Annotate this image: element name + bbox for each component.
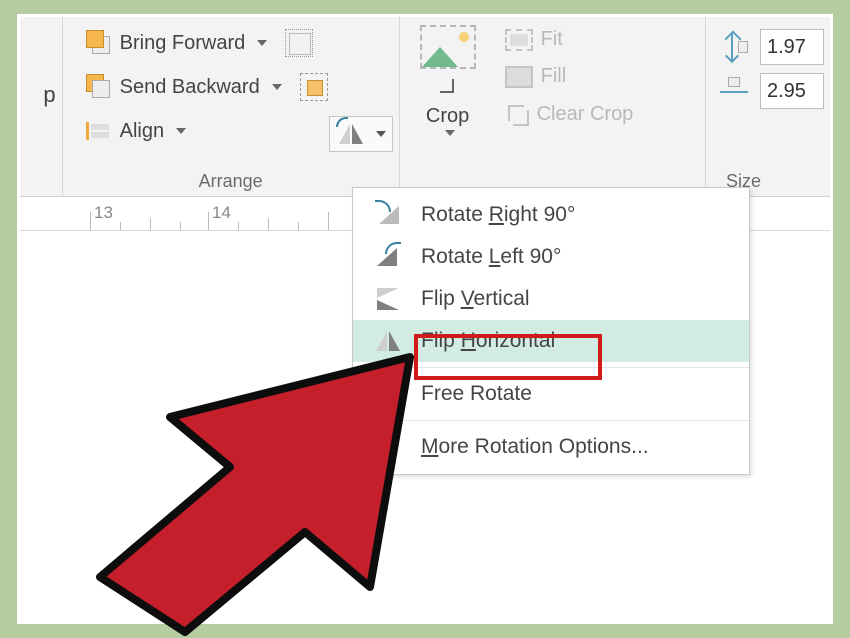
ruler-number: 13 [94, 203, 113, 223]
fill-icon [505, 66, 533, 88]
menu-item-label: Free Rotate [421, 382, 532, 406]
group-icon [285, 29, 313, 57]
bring-forward-icon [86, 30, 112, 56]
ruler-number: 14 [212, 203, 231, 223]
rotate-right-icon [373, 202, 403, 228]
ribbon: p Bring Forward Sen [20, 17, 830, 197]
menu-item-more-rotation[interactable]: More Rotation Options... [353, 426, 749, 468]
app-window: p Bring Forward Sen [20, 17, 830, 621]
ribbon-partial-left: p [20, 17, 63, 196]
group-label-arrange: Arrange [63, 171, 399, 192]
chevron-down-icon [445, 130, 455, 136]
rotate-icon [336, 121, 366, 147]
menu-item-label: Flip Vertical [421, 287, 530, 311]
chevron-down-icon [272, 84, 282, 90]
fill-button[interactable]: Fill [498, 60, 641, 93]
chevron-down-icon [257, 40, 267, 46]
bring-forward-button[interactable]: Bring Forward [79, 25, 275, 61]
send-backward-button[interactable]: Send Backward [79, 69, 289, 105]
align-icon [86, 118, 112, 144]
rotate-split-button[interactable] [329, 116, 393, 152]
menu-item-flip-vertical[interactable]: Flip Vertical [353, 278, 749, 320]
selection-button[interactable] [295, 68, 333, 106]
rotate-menu: Rotate Right 90° Rotate Left 90° Flip Ve… [352, 187, 750, 475]
group-button[interactable] [280, 24, 318, 62]
clear-crop-label: Clear Crop [537, 103, 634, 126]
menu-item-rotate-right[interactable]: Rotate Right 90° [353, 194, 749, 236]
selection-icon [300, 73, 328, 101]
flip-vertical-icon [373, 286, 403, 312]
align-button[interactable]: Align [79, 113, 193, 149]
chevron-down-icon [176, 128, 186, 134]
align-label: Align [120, 120, 164, 143]
height-icon [720, 33, 750, 61]
screenshot-frame: p Bring Forward Sen [17, 14, 833, 624]
clear-crop-icon [505, 102, 529, 126]
menu-item-flip-horizontal[interactable]: Flip Horizontal [353, 320, 749, 362]
crop-label: Crop [426, 105, 469, 128]
width-icon [720, 77, 750, 105]
width-input[interactable] [760, 73, 824, 109]
ribbon-group-arrange: Bring Forward Send Backward [63, 17, 400, 196]
ribbon-group-crop: Crop Fit Fill Clear Crop [400, 17, 706, 196]
fit-label: Fit [541, 28, 563, 51]
menu-item-label: Rotate Right 90° [421, 203, 575, 227]
fit-icon [505, 29, 533, 51]
menu-item-free-rotate[interactable]: Free Rotate [353, 373, 749, 415]
chevron-down-icon [376, 131, 386, 137]
fill-label: Fill [541, 65, 567, 88]
free-rotate-icon [373, 381, 403, 407]
fit-button[interactable]: Fit [498, 23, 641, 56]
menu-item-label: Flip Horizontal [421, 329, 555, 353]
bring-forward-label: Bring Forward [120, 32, 246, 55]
picture-icon [420, 25, 476, 69]
crop-button[interactable]: Crop [406, 21, 490, 140]
height-input[interactable] [760, 29, 824, 65]
rotate-left-icon [373, 244, 403, 270]
clear-crop-button[interactable]: Clear Crop [498, 97, 641, 131]
menu-item-rotate-left[interactable]: Rotate Left 90° [353, 236, 749, 278]
flip-horizontal-icon [373, 328, 403, 354]
menu-separator [353, 367, 749, 368]
partial-text: p [43, 82, 55, 108]
send-backward-label: Send Backward [120, 76, 260, 99]
blank-icon [373, 434, 403, 460]
menu-item-label: Rotate Left 90° [421, 245, 561, 269]
send-backward-icon [86, 74, 112, 100]
menu-separator [353, 420, 749, 421]
menu-item-label: More Rotation Options... [421, 435, 649, 459]
ribbon-group-size: Size [706, 17, 830, 196]
